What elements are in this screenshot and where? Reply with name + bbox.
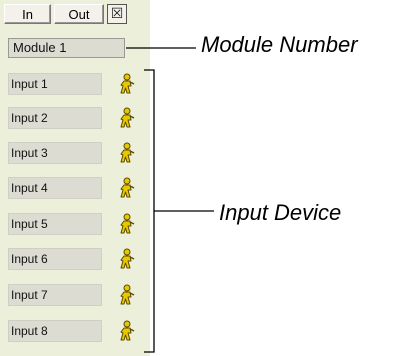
input-device-caption: Input Device xyxy=(219,200,342,225)
module-number-caption: Module Number xyxy=(201,32,358,57)
